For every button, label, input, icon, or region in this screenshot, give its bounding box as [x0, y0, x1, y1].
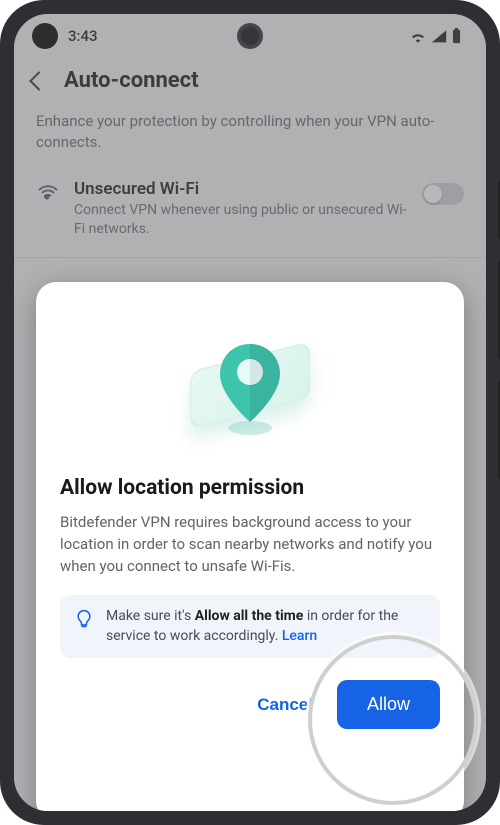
modal-body: Bitdefender VPN requires background acce…: [60, 512, 440, 577]
tip-prefix: Make sure it's: [106, 608, 195, 624]
tip-text: Make sure it's Allow all the time in ord…: [106, 607, 426, 646]
screen: 3:43 Auto-connect Enhance your protectio…: [14, 14, 486, 811]
lightbulb-icon: [74, 609, 94, 646]
device-frame: 3:43 Auto-connect Enhance your protectio…: [0, 0, 500, 825]
modal-illustration: [60, 300, 440, 470]
modal-title: Allow location permission: [60, 476, 440, 500]
tip-box: Make sure it's Allow all the time in ord…: [60, 595, 440, 658]
cancel-button[interactable]: Cancel: [243, 685, 327, 725]
allow-button[interactable]: Allow: [337, 680, 440, 729]
tip-bold: Allow all the time: [195, 608, 304, 624]
tip-learn-link[interactable]: Learn: [282, 628, 317, 644]
modal-actions: Cancel Allow: [60, 680, 440, 729]
location-pin-icon: [210, 338, 290, 438]
location-permission-modal: Allow location permission Bitdefender VP…: [36, 282, 464, 811]
